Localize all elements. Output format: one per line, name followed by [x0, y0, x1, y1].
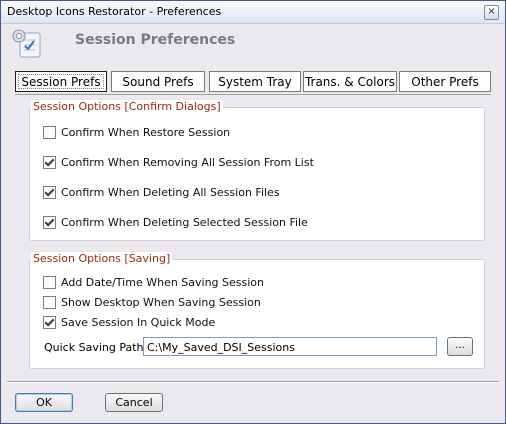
checkbox[interactable]	[43, 185, 56, 199]
tab-session-prefs[interactable]: Session Prefs	[15, 71, 107, 92]
cancel-button[interactable]: Cancel	[105, 393, 163, 412]
checkbox-label: Confirm When Deleting Selected Session F…	[61, 215, 308, 229]
checkbox[interactable]	[43, 295, 56, 309]
tab-label: System Tray	[218, 75, 292, 89]
checkbox-label: Show Desktop When Saving Session	[61, 295, 261, 309]
checkbox-label: Confirm When Deleting All Session Files	[61, 185, 280, 199]
preferences-window: Desktop Icons Restorator - Preferences ×…	[0, 0, 506, 424]
checkbox[interactable]	[43, 215, 56, 229]
window-title: Desktop Icons Restorator - Preferences	[7, 5, 222, 18]
confirm-restore-session-option[interactable]: Confirm When Restore Session	[43, 124, 230, 140]
tab-label: Other Prefs	[411, 75, 479, 89]
checkbox-label: Confirm When Removing All Session From L…	[61, 155, 314, 169]
saving-group-title: Session Options [Saving]	[31, 252, 173, 265]
page-title: Session Preferences	[75, 32, 236, 48]
checkbox-label: Save Session In Quick Mode	[61, 315, 216, 329]
tab-sound-prefs[interactable]: Sound Prefs	[111, 71, 205, 92]
tab-other-prefs[interactable]: Other Prefs	[399, 71, 491, 92]
tab-trans-colors[interactable]: Trans. & Colors	[303, 71, 397, 92]
checkbox[interactable]	[43, 155, 56, 169]
tab-focus-outline	[18, 74, 104, 89]
title-bar: Desktop Icons Restorator - Preferences ×	[1, 1, 505, 24]
close-button[interactable]: ×	[484, 5, 499, 20]
checkbox[interactable]	[43, 315, 56, 329]
checkbox[interactable]	[43, 275, 56, 289]
checkbox[interactable]	[43, 125, 56, 139]
confirm-deleting-all-files-option[interactable]: Confirm When Deleting All Session Files	[43, 184, 280, 200]
tab-label: Trans. & Colors	[304, 75, 396, 89]
show-desktop-option[interactable]: Show Desktop When Saving Session	[43, 294, 261, 310]
browse-button[interactable]: ...	[447, 337, 473, 356]
bottom-divider	[7, 381, 499, 383]
ok-button[interactable]: OK	[15, 393, 73, 412]
tab-system-tray[interactable]: System Tray	[209, 71, 301, 92]
quick-saving-path-input[interactable]: C:\My_Saved_DSI_Sessions	[143, 337, 437, 356]
quick-mode-option[interactable]: Save Session In Quick Mode	[43, 314, 215, 330]
add-datetime-option[interactable]: Add Date/Time When Saving Session	[43, 274, 264, 290]
confirm-deleting-selected-file-option[interactable]: Confirm When Deleting Selected Session F…	[43, 214, 308, 230]
confirm-removing-all-sessions-option[interactable]: Confirm When Removing All Session From L…	[43, 154, 314, 170]
preferences-app-icon	[12, 29, 41, 58]
checkbox-label: Confirm When Restore Session	[61, 125, 231, 139]
quick-saving-path-label: Quick Saving Path:	[44, 341, 148, 354]
checkbox-label: Add Date/Time When Saving Session	[61, 275, 265, 289]
tabs-divider	[15, 94, 491, 95]
header-panel: Session Preferences	[1, 24, 505, 62]
tab-label: Sound Prefs	[122, 75, 194, 89]
confirm-dialogs-group-title: Session Options [Confirm Dialogs]	[31, 100, 223, 113]
